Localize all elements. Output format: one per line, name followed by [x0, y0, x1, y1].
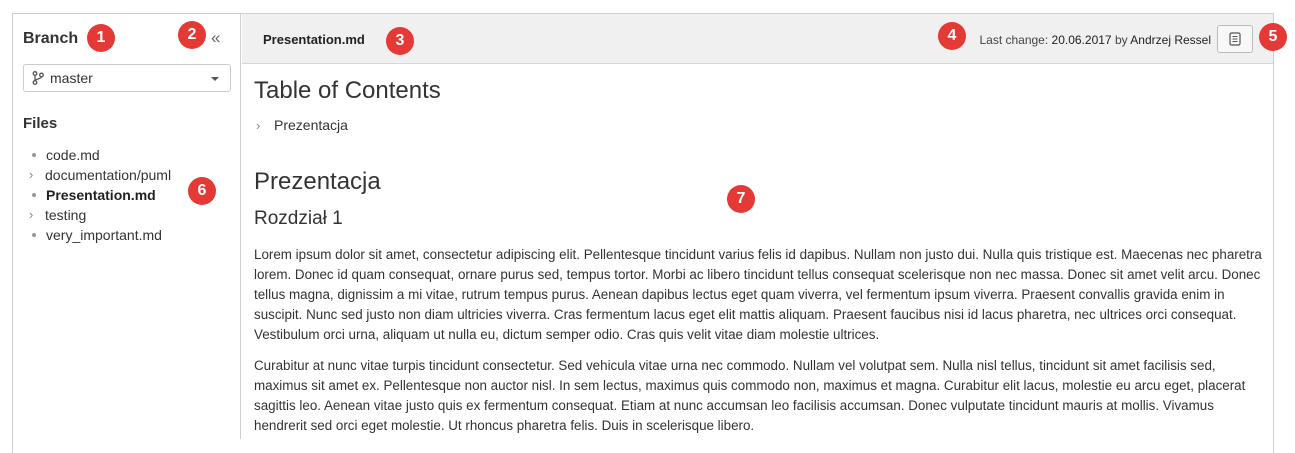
- last-change-date: 20.06.2017: [1051, 33, 1112, 47]
- file-item-label: Presentation.md: [46, 187, 156, 203]
- folder-item[interactable]: › testing: [29, 205, 171, 225]
- last-change-info: Last change: 20.06.2017 by Andrzej Resse…: [979, 33, 1211, 47]
- toc-heading: Table of Contents: [254, 77, 441, 104]
- branch-select-value: master: [50, 70, 93, 86]
- git-branch-icon: [32, 71, 44, 85]
- chevron-right-icon: ›: [29, 167, 34, 182]
- view-raw-button[interactable]: [1217, 25, 1253, 53]
- file-tree: code.md › documentation/puml Presentation…: [29, 145, 172, 245]
- heading-2: Rozdział 1: [254, 208, 343, 229]
- marker-badge: 6: [188, 177, 216, 205]
- toc-item[interactable]: › Prezentacja: [256, 117, 348, 133]
- file-item[interactable]: very_important.md: [30, 225, 171, 245]
- bullet-icon: [32, 233, 36, 237]
- chevron-down-icon: [211, 77, 219, 81]
- folder-item-label: documentation/puml: [45, 167, 172, 183]
- marker-badge: 7: [727, 185, 755, 213]
- marker-badge: 5: [1259, 23, 1287, 51]
- paragraph: Curabitur at nunc vitae turpis tincidunt…: [254, 358, 1246, 433]
- branch-select[interactable]: master: [23, 64, 231, 92]
- heading-1: Prezentacja: [254, 168, 381, 195]
- collapse-sidebar-button[interactable]: «: [211, 28, 220, 48]
- marker-badge: 4: [938, 22, 966, 50]
- bullet-icon: [32, 193, 36, 197]
- paragraph: Lorem ipsum dolor sit amet, consectetur …: [254, 247, 1262, 342]
- marker-badge: 1: [87, 24, 115, 52]
- chevron-right-icon: ›: [29, 207, 34, 222]
- folder-item[interactable]: › documentation/puml: [29, 165, 172, 185]
- chevron-right-icon: ›: [256, 117, 261, 133]
- toc-item-label: Prezentacja: [274, 117, 348, 133]
- file-item-active[interactable]: Presentation.md: [30, 185, 171, 205]
- sidebar: Branch « master Files code.md › documenta…: [12, 14, 241, 439]
- file-item-label: code.md: [46, 147, 100, 163]
- file-title: Presentation.md: [263, 32, 365, 47]
- file-item[interactable]: code.md: [30, 145, 171, 165]
- marker-badge: 2: [178, 21, 206, 49]
- bullet-icon: [32, 153, 36, 157]
- document-icon: [1229, 32, 1241, 46]
- folder-item-label: testing: [45, 207, 87, 223]
- branch-title: Branch: [23, 30, 79, 47]
- marker-badge: 3: [386, 27, 414, 55]
- last-change-by: by: [1114, 33, 1128, 47]
- last-change-author: Andrzej Ressel: [1130, 33, 1211, 47]
- files-title: Files: [23, 115, 58, 132]
- last-change-prefix: Last change:: [979, 33, 1049, 47]
- file-item-label: very_important.md: [46, 227, 162, 243]
